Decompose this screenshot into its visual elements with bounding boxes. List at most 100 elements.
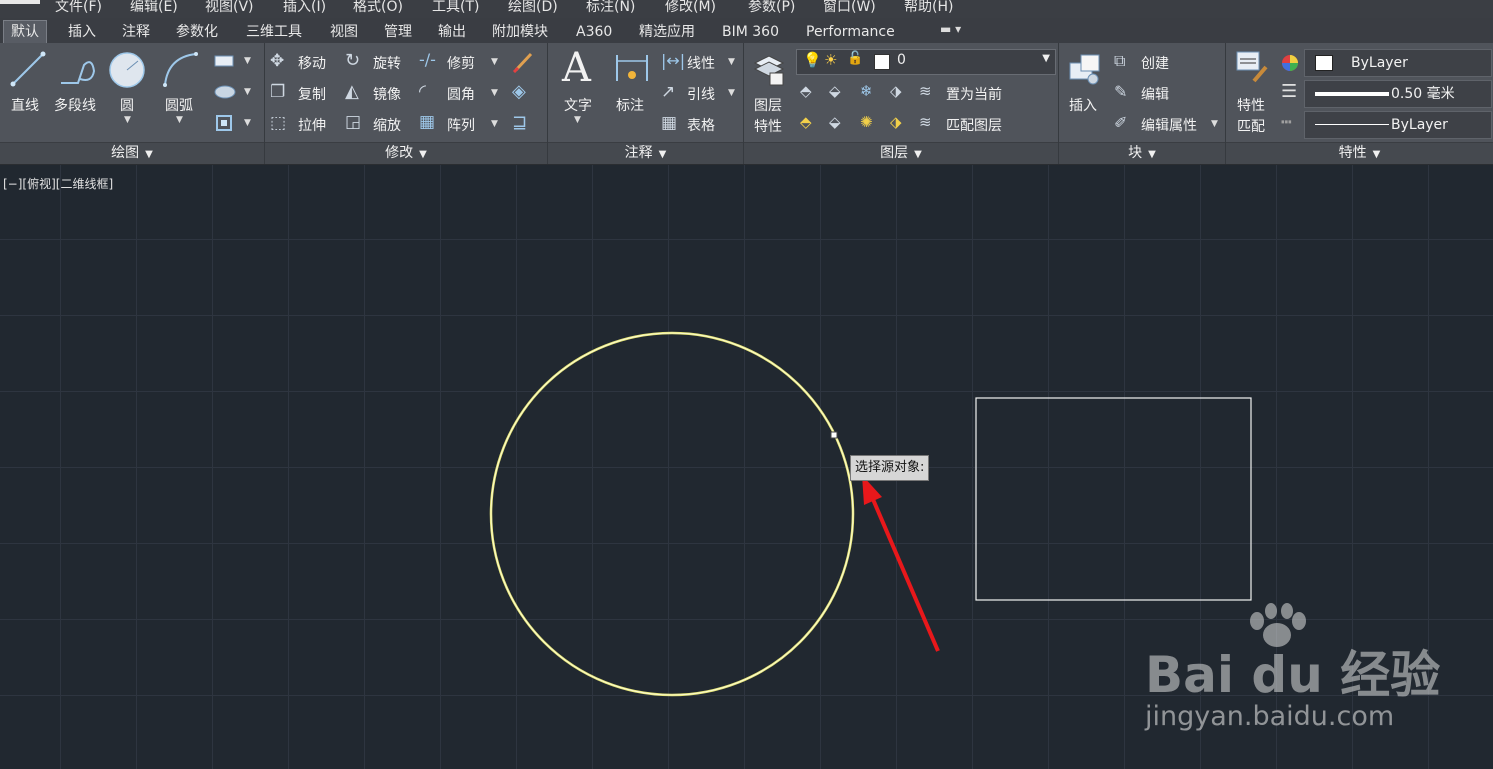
menu-dimension[interactable]: 标注(N): [586, 0, 635, 16]
match-layer-icon: ≋: [919, 113, 932, 131]
chevron-down-icon[interactable]: ▼: [124, 115, 131, 125]
stretch-button[interactable]: 拉伸: [298, 115, 326, 135]
tab-bim360[interactable]: BIM 360: [715, 21, 786, 43]
layer-unlock-icon[interactable]: ⬗: [890, 113, 902, 131]
annotation-panel-title[interactable]: 注释 ▼: [548, 142, 743, 164]
arc-icon[interactable]: [162, 51, 200, 87]
line-icon[interactable]: [10, 51, 46, 87]
linetype-dropdown[interactable]: ByLayer: [1304, 111, 1492, 139]
scale-button[interactable]: 缩放: [373, 115, 401, 135]
menu-parametric[interactable]: 参数(P): [748, 0, 795, 16]
circle-icon[interactable]: [108, 51, 146, 89]
selected-circle[interactable]: [489, 331, 855, 697]
chevron-down-icon[interactable]: ▼: [491, 119, 498, 129]
linear-button[interactable]: 线性: [687, 53, 715, 73]
lineweight-dropdown[interactable]: 0.50 毫米: [1304, 80, 1492, 108]
layer-thaw-icon[interactable]: ✺: [860, 113, 873, 131]
layer-off-icon[interactable]: ⬘: [800, 82, 812, 100]
menu-view[interactable]: 视图(V): [205, 0, 254, 16]
create-block-button[interactable]: 创建: [1141, 53, 1169, 73]
rectangle-icon[interactable]: [214, 54, 234, 68]
chevron-down-icon[interactable]: ▼: [728, 57, 735, 67]
menu-window[interactable]: 窗口(W): [823, 0, 876, 16]
color-swatch: [1315, 55, 1333, 71]
set-current-button[interactable]: 置为当前: [946, 84, 1002, 104]
tab-a360[interactable]: A360: [569, 21, 619, 43]
layer-isolate-icon[interactable]: ⬙: [829, 82, 841, 100]
erase-icon[interactable]: [512, 51, 534, 73]
layer-properties-icon[interactable]: [752, 49, 786, 87]
target-rectangle[interactable]: [975, 397, 1252, 601]
leader-button[interactable]: 引线: [687, 84, 715, 104]
menu-file[interactable]: 文件(F): [55, 0, 102, 16]
ribbon-minimize-toggle[interactable]: ▬ ▾: [940, 22, 961, 36]
chevron-down-icon[interactable]: ▼: [176, 115, 183, 125]
array-icon: ▦: [419, 112, 436, 132]
match-layer-button[interactable]: 匹配图层: [946, 115, 1002, 135]
tab-insert[interactable]: 插入: [61, 21, 103, 43]
chevron-down-icon[interactable]: ▼: [244, 118, 251, 128]
tab-performance[interactable]: Performance: [799, 21, 902, 43]
modify-panel-title[interactable]: 修改 ▼: [265, 142, 547, 164]
menu-draw[interactable]: 绘图(D): [508, 0, 558, 16]
color-wheel-icon[interactable]: [1280, 53, 1300, 73]
color-dropdown[interactable]: ByLayer: [1304, 49, 1492, 77]
arc-label: 圆弧: [165, 98, 193, 114]
menu-insert[interactable]: 插入(I): [283, 0, 326, 16]
copy-button[interactable]: 复制: [298, 84, 326, 104]
tab-manage[interactable]: 管理: [377, 21, 419, 43]
chevron-down-icon[interactable]: ▼: [491, 88, 498, 98]
chevron-down-icon[interactable]: ▼: [1211, 119, 1218, 129]
menu-edit[interactable]: 编辑(E): [130, 0, 178, 16]
edit-block-button[interactable]: 编辑: [1141, 84, 1169, 104]
draw-panel-title[interactable]: 绘图 ▼: [0, 142, 264, 164]
chevron-down-icon[interactable]: ▼: [244, 87, 251, 97]
tab-default[interactable]: 默认: [3, 20, 47, 43]
app-menu-button[interactable]: [0, 0, 40, 4]
menu-format[interactable]: 格式(O): [353, 0, 403, 16]
block-panel-title[interactable]: 块 ▼: [1059, 142, 1225, 164]
tab-3d-tools[interactable]: 三维工具: [239, 21, 309, 43]
tab-annotate[interactable]: 注释: [115, 21, 157, 43]
layer-lock-icon[interactable]: ⬗: [890, 82, 902, 100]
layer-dropdown[interactable]: 💡 ☀ 🔓 0 ▼: [796, 49, 1056, 75]
polyline-icon[interactable]: [58, 53, 98, 87]
chevron-down-icon[interactable]: ▼: [574, 115, 581, 125]
boundary-icon[interactable]: [214, 113, 234, 133]
hatch-icon[interactable]: [214, 85, 236, 99]
move-icon: ✥: [270, 51, 285, 71]
tab-parametric[interactable]: 参数化: [169, 21, 225, 43]
move-button[interactable]: 移动: [298, 53, 326, 73]
menu-tools[interactable]: 工具(T): [432, 0, 479, 16]
layers-panel-title[interactable]: 图层 ▼: [744, 142, 1058, 164]
layer-unisolate-icon[interactable]: ⬙: [829, 113, 841, 131]
tab-output[interactable]: 输出: [431, 21, 473, 43]
rotate-button[interactable]: 旋转: [373, 53, 401, 73]
properties-panel-title[interactable]: 特性 ▼: [1226, 142, 1493, 164]
array-button[interactable]: 阵列: [447, 115, 475, 135]
explode-icon[interactable]: ◈: [512, 81, 526, 102]
mirror-button[interactable]: 镜像: [373, 84, 401, 104]
edit-attributes-button[interactable]: 编辑属性: [1141, 115, 1197, 135]
menu-modify[interactable]: 修改(M): [665, 0, 716, 16]
insert-label: 插入: [1069, 98, 1097, 114]
chevron-down-icon[interactable]: ▼: [244, 56, 251, 66]
tab-view[interactable]: 视图: [323, 21, 365, 43]
chevron-down-icon[interactable]: ▼: [491, 57, 498, 67]
chevron-down-icon[interactable]: ▼: [728, 88, 735, 98]
tab-addins[interactable]: 附加模块: [485, 21, 555, 43]
match-properties-icon[interactable]: [1234, 49, 1270, 87]
create-block-icon: ⧉: [1114, 51, 1126, 70]
dimension-icon[interactable]: [614, 51, 650, 85]
layer-on-icon[interactable]: ⬘: [800, 113, 812, 131]
fillet-button[interactable]: 圆角: [447, 84, 475, 104]
insert-block-icon[interactable]: [1067, 51, 1103, 87]
trim-button[interactable]: 修剪: [447, 53, 475, 73]
tab-featured-apps[interactable]: 精选应用: [632, 21, 702, 43]
offset-icon[interactable]: ⊒: [512, 112, 527, 133]
menu-help[interactable]: 帮助(H): [904, 0, 953, 16]
layer-freeze-icon[interactable]: ❄: [860, 82, 873, 100]
drawing-canvas[interactable]: [−][俯视][二维线框] 选择源对象: Bai du 经验 jingyan.b…: [0, 165, 1493, 769]
table-button[interactable]: 表格: [687, 115, 715, 135]
text-icon[interactable]: A: [562, 45, 591, 91]
